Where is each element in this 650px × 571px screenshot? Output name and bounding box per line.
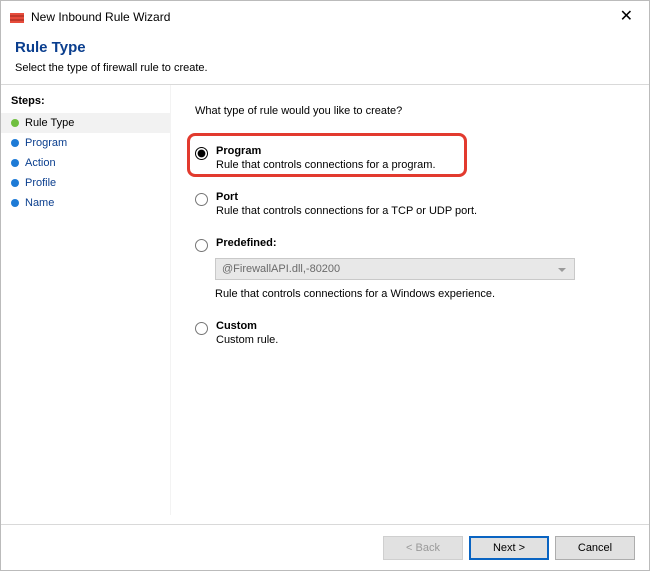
footer: < Back Next > Cancel — [1, 524, 649, 570]
sidebar: Steps: Rule Type Program Action Profile … — [1, 85, 171, 515]
option-name: Predefined: — [216, 237, 277, 249]
step-label: Rule Type — [25, 117, 74, 129]
option-text: Predefined: — [216, 237, 277, 249]
option-predefined-block: Predefined: @FirewallAPI.dll,-80200 Rule… — [195, 233, 631, 302]
next-button[interactable]: Next > — [469, 536, 549, 560]
option-predefined[interactable]: Predefined: — [195, 233, 631, 254]
page-subtitle: Select the type of firewall rule to crea… — [15, 62, 635, 74]
option-program[interactable]: Program Rule that controls connections f… — [195, 141, 631, 173]
step-label: Action — [25, 157, 56, 169]
step-name[interactable]: Name — [1, 193, 170, 213]
bullet-icon — [11, 199, 19, 207]
predefined-desc-text: Rule that controls connections for a Win… — [215, 288, 495, 300]
content-area: Steps: Rule Type Program Action Profile … — [1, 85, 649, 515]
option-desc: Rule that controls connections for a pro… — [216, 159, 436, 171]
option-desc: Rule that controls connections for a Win… — [215, 284, 631, 302]
step-label: Profile — [25, 177, 56, 189]
radio-port[interactable] — [195, 193, 208, 206]
option-text: Custom Custom rule. — [216, 320, 278, 346]
firewall-icon — [9, 9, 25, 25]
predefined-select[interactable]: @FirewallAPI.dll,-80200 — [215, 258, 575, 280]
option-custom-block: Custom Custom rule. — [195, 316, 631, 348]
option-program-block: Program Rule that controls connections f… — [195, 141, 631, 173]
bullet-icon — [11, 139, 19, 147]
page-title: Rule Type — [15, 39, 635, 56]
wizard-window: New Inbound Rule Wizard ✕ Rule Type Sele… — [0, 0, 650, 571]
bullet-icon — [11, 159, 19, 167]
step-rule-type[interactable]: Rule Type — [1, 113, 170, 133]
window-title: New Inbound Rule Wizard — [31, 10, 170, 24]
step-program[interactable]: Program — [1, 133, 170, 153]
step-label: Name — [25, 197, 54, 209]
step-label: Program — [25, 137, 67, 149]
close-icon[interactable]: ✕ — [612, 7, 641, 27]
main-panel: What type of rule would you like to crea… — [171, 85, 649, 515]
option-name: Port — [216, 191, 477, 203]
option-desc: Rule that controls connections for a TCP… — [216, 205, 477, 217]
prompt-text: What type of rule would you like to crea… — [195, 105, 631, 117]
cancel-button[interactable]: Cancel — [555, 536, 635, 560]
steps-heading: Steps: — [1, 91, 170, 113]
option-text: Port Rule that controls connections for … — [216, 191, 477, 217]
option-port-block: Port Rule that controls connections for … — [195, 187, 631, 219]
option-name: Program — [216, 145, 436, 157]
radio-custom[interactable] — [195, 322, 208, 335]
header: Rule Type Select the type of firewall ru… — [1, 31, 649, 84]
radio-program[interactable] — [195, 147, 208, 160]
bullet-icon — [11, 119, 19, 127]
step-profile[interactable]: Profile — [1, 173, 170, 193]
option-text: Program Rule that controls connections f… — [216, 145, 436, 171]
options-group: Program Rule that controls connections f… — [195, 141, 631, 348]
option-port[interactable]: Port Rule that controls connections for … — [195, 187, 631, 219]
bullet-icon — [11, 179, 19, 187]
option-name: Custom — [216, 320, 278, 332]
back-button: < Back — [383, 536, 463, 560]
step-action[interactable]: Action — [1, 153, 170, 173]
option-custom[interactable]: Custom Custom rule. — [195, 316, 631, 348]
predefined-select-value: @FirewallAPI.dll,-80200 — [222, 263, 340, 275]
radio-predefined[interactable] — [195, 239, 208, 252]
titlebar: New Inbound Rule Wizard ✕ — [1, 1, 649, 31]
option-desc: Custom rule. — [216, 334, 278, 346]
